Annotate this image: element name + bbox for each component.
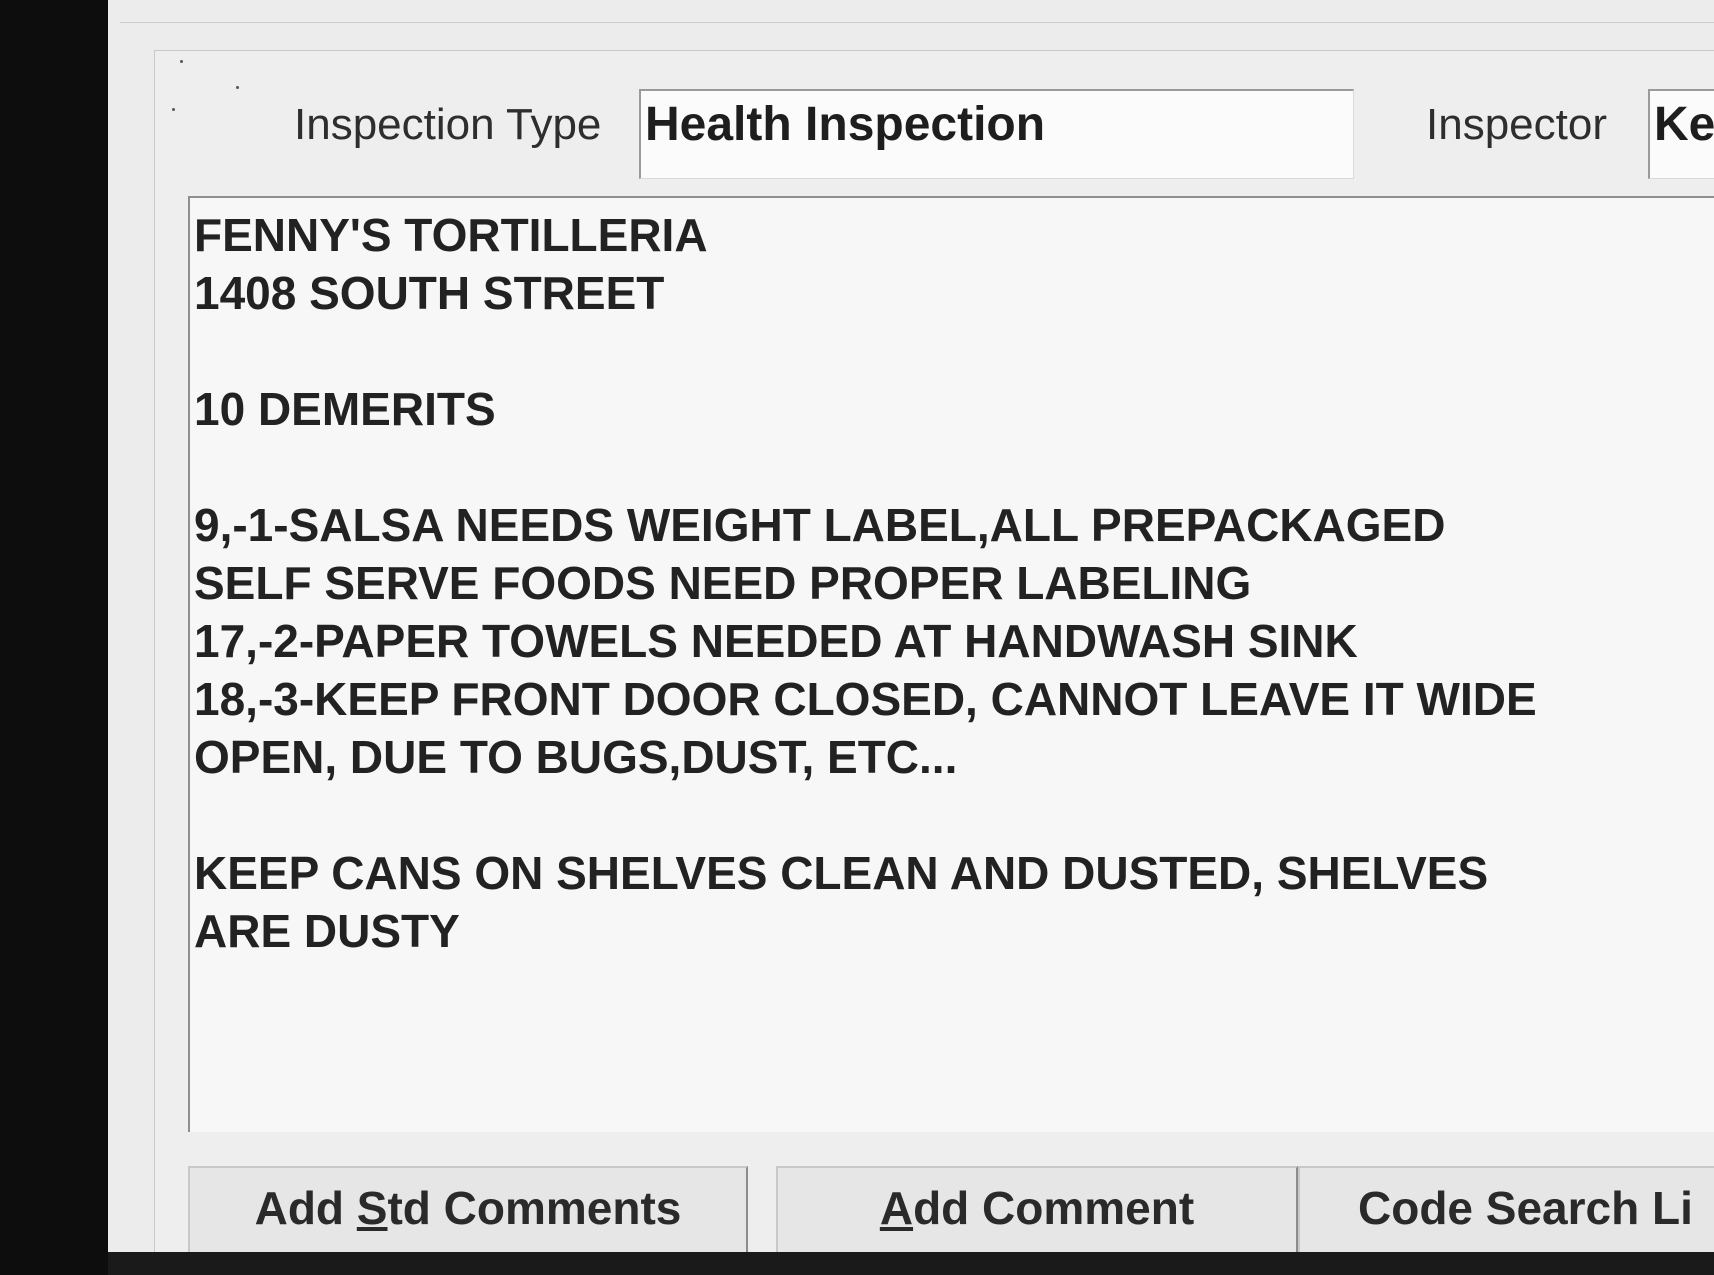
inspection-window: Inspection Type Health Inspection Inspec… bbox=[108, 0, 1714, 1252]
comment-line: 9,-1-SALSA NEEDS WEIGHT LABEL,ALL PREPAC… bbox=[194, 499, 1446, 551]
comment-line: ARE DUSTY bbox=[194, 905, 460, 957]
comment-line bbox=[194, 322, 1714, 380]
add-comment-mnemonic: A bbox=[879, 1182, 914, 1234]
inspection-type-value: Health Inspection bbox=[645, 98, 1046, 151]
scan-speck bbox=[172, 108, 175, 111]
add-std-comments-button[interactable]: Add Std Comments bbox=[188, 1166, 748, 1252]
add-std-comments-label-start: Add bbox=[254, 1182, 357, 1234]
inspection-type-field[interactable]: Health Inspection bbox=[639, 89, 1354, 179]
comment-line: 17,-2-PAPER TOWELS NEEDED AT HANDWASH SI… bbox=[194, 615, 1358, 667]
comment-line bbox=[194, 438, 1714, 496]
inspection-type-label: Inspection Type bbox=[294, 100, 602, 149]
scan-speck bbox=[180, 60, 183, 63]
comment-line: KEEP CANS ON SHELVES CLEAN AND DUSTED, S… bbox=[194, 847, 1489, 899]
comments-textarea[interactable]: FENNY'S TORTILLERIA 1408 SOUTH STREET 10… bbox=[188, 196, 1714, 1132]
comment-line: OPEN, DUE TO BUGS,DUST, ETC... bbox=[194, 731, 958, 783]
scan-speck bbox=[236, 86, 239, 89]
add-comment-label-end: dd Comment bbox=[913, 1182, 1195, 1234]
inspector-value: Ke bbox=[1654, 98, 1714, 151]
comment-line: 18,-3-KEEP FRONT DOOR CLOSED, CANNOT LEA… bbox=[194, 673, 1537, 725]
code-search-label: Code Search Li bbox=[1358, 1182, 1693, 1234]
add-std-comments-label-end: td Comments bbox=[387, 1182, 682, 1234]
add-std-comments-mnemonic: S bbox=[356, 1182, 388, 1234]
add-comment-button[interactable]: Add Comment bbox=[776, 1166, 1298, 1252]
window-top-rule bbox=[120, 22, 1714, 23]
comment-line: SELF SERVE FOODS NEED PROPER LABELING bbox=[194, 557, 1252, 609]
comment-line: 10 DEMERITS bbox=[194, 383, 496, 435]
scan-dark-edge bbox=[0, 0, 108, 1275]
comment-line: FENNY'S TORTILLERIA bbox=[194, 209, 708, 261]
code-search-button[interactable]: Code Search Li bbox=[1298, 1166, 1714, 1252]
comment-line: 1408 SOUTH STREET bbox=[194, 267, 665, 319]
scanned-page: Inspection Type Health Inspection Inspec… bbox=[0, 0, 1714, 1275]
inspector-field[interactable]: Ke bbox=[1648, 89, 1714, 179]
comment-line bbox=[194, 786, 1714, 844]
scan-bottom-edge bbox=[108, 1252, 1714, 1275]
inspector-label: Inspector bbox=[1426, 100, 1607, 149]
